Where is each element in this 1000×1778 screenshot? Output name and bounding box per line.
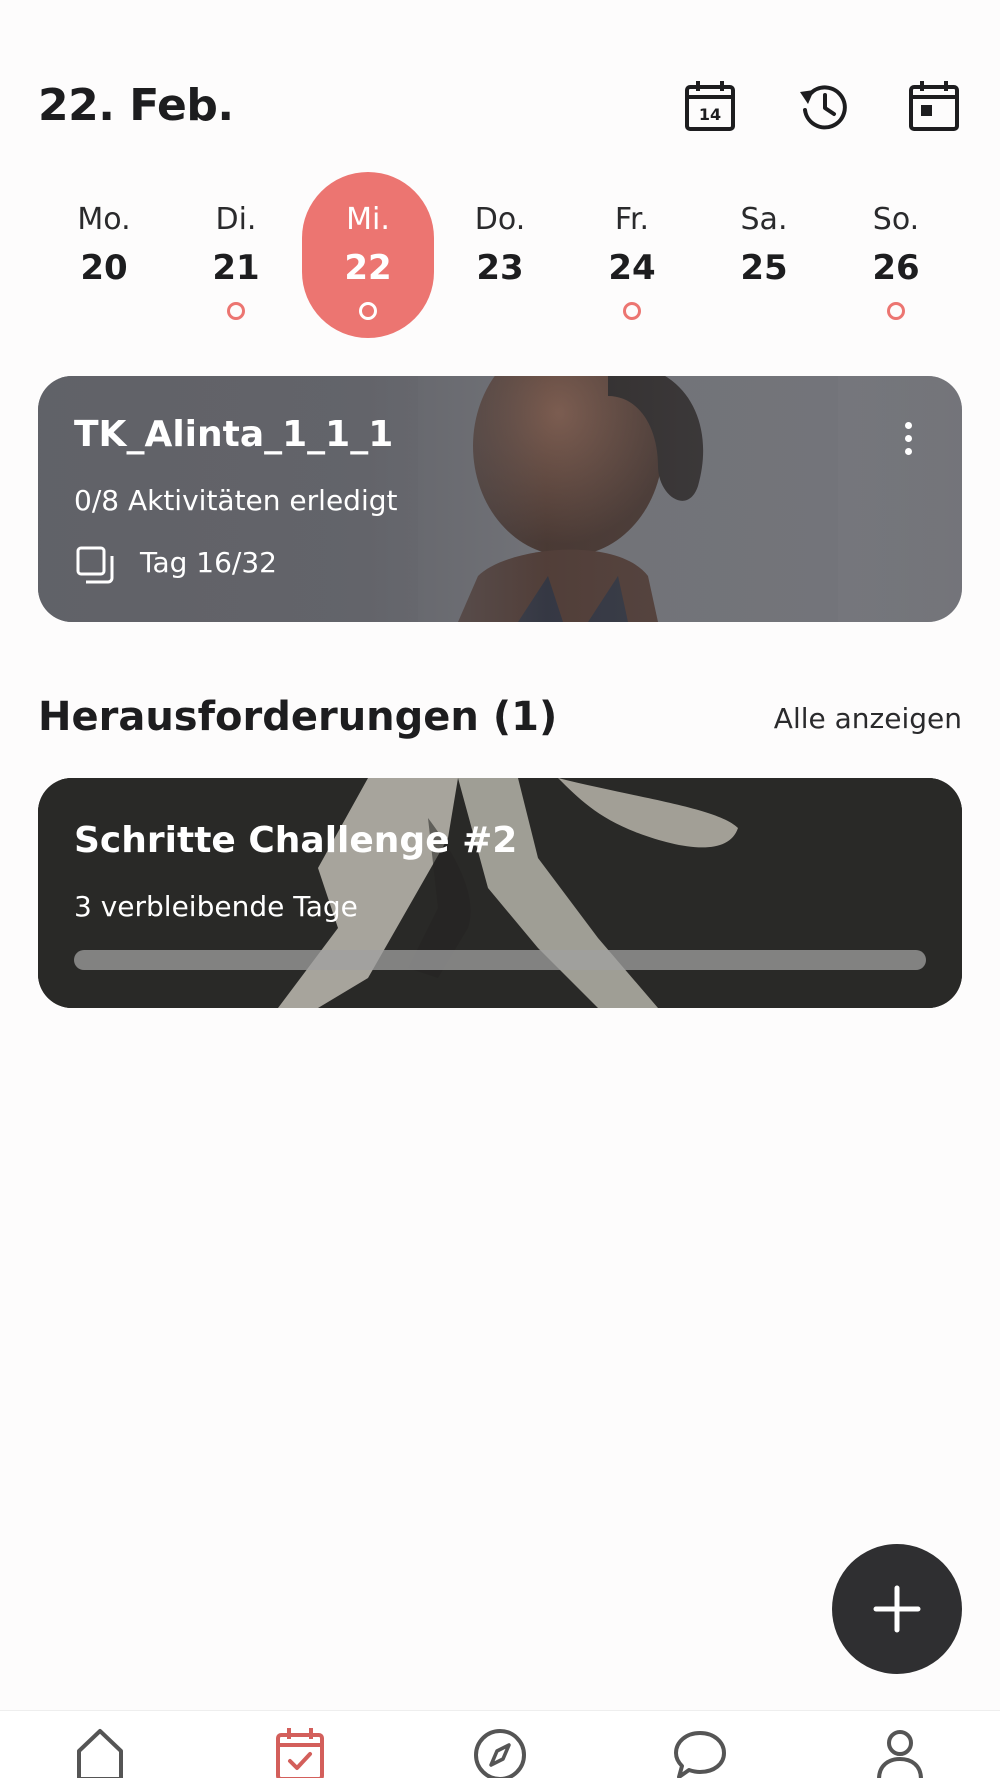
- nav-home[interactable]: [70, 1725, 130, 1778]
- day-date: 22: [344, 248, 392, 288]
- day-date: 20: [80, 248, 128, 288]
- chat-icon: [674, 1731, 726, 1778]
- page-title: 22. Feb.: [38, 80, 234, 131]
- profile-icon: [877, 1730, 923, 1778]
- day-saturday[interactable]: Sa. 25: [698, 172, 830, 338]
- challenge-title: Schritte Challenge #2: [74, 820, 518, 861]
- explore-compass-icon: [474, 1729, 526, 1778]
- copy-pages-icon: [76, 546, 114, 584]
- plan-calendar-icon: [276, 1728, 324, 1778]
- plus-icon: [873, 1585, 921, 1633]
- day-date: 21: [212, 248, 260, 288]
- day-date: 24: [608, 248, 656, 288]
- challenges-heading: Herausforderungen (1): [38, 694, 558, 740]
- plan-card[interactable]: TK_Alinta_1_1_1 0/8 Aktivitäten erledigt…: [38, 376, 962, 622]
- day-friday[interactable]: Fr. 24: [566, 172, 698, 338]
- day-thursday[interactable]: Do. 23: [434, 172, 566, 338]
- day-name: Di.: [215, 202, 257, 237]
- nav-chat[interactable]: [670, 1725, 730, 1778]
- activity-dot: [623, 302, 641, 320]
- add-button[interactable]: [832, 1544, 962, 1674]
- day-name: Mo.: [77, 202, 131, 237]
- plan-day-progress: Tag 16/32: [140, 546, 277, 579]
- day-monday[interactable]: Mo. 20: [38, 172, 170, 338]
- nav-plan[interactable]: [270, 1725, 330, 1778]
- day-name: Sa.: [740, 202, 788, 237]
- show-all-link[interactable]: Alle anzeigen: [774, 702, 962, 735]
- day-sunday[interactable]: So. 26: [830, 172, 962, 338]
- nav-profile[interactable]: [870, 1725, 930, 1778]
- challenge-remaining: 3 verbleibende Tage: [74, 890, 358, 923]
- calendar-today-icon[interactable]: [906, 78, 962, 134]
- plan-title: TK_Alinta_1_1_1: [74, 414, 394, 455]
- week-strip: Mo. 20 Di. 21 Mi. 22 Do. 23 Fr. 24 Sa. 2…: [38, 172, 962, 338]
- day-name: Do.: [474, 202, 526, 237]
- day-name: So.: [872, 202, 920, 237]
- nav-explore[interactable]: [470, 1725, 530, 1778]
- day-date: 25: [740, 248, 788, 288]
- challenge-progress-bar: [74, 950, 926, 970]
- history-icon[interactable]: [796, 78, 852, 134]
- day-date: 26: [872, 248, 920, 288]
- bottom-nav: [0, 1710, 1000, 1778]
- calendar-14-icon[interactable]: 14: [682, 78, 738, 134]
- activity-dot: [359, 302, 377, 320]
- activity-dot: [227, 302, 245, 320]
- day-name: Mi.: [346, 202, 390, 237]
- plan-activities: 0/8 Aktivitäten erledigt: [74, 484, 398, 517]
- activity-dot: [887, 302, 905, 320]
- day-date: 23: [476, 248, 524, 288]
- svg-text:14: 14: [699, 105, 721, 124]
- header: 22. Feb. 14: [38, 72, 962, 142]
- day-tuesday[interactable]: Di. 21: [170, 172, 302, 338]
- challenge-card[interactable]: Schritte Challenge #2 3 verbleibende Tag…: [38, 778, 962, 1008]
- more-options-icon[interactable]: [890, 416, 926, 460]
- home-icon: [77, 1729, 123, 1778]
- day-name: Fr.: [614, 202, 650, 237]
- day-wednesday-selected[interactable]: Mi. 22: [302, 172, 434, 338]
